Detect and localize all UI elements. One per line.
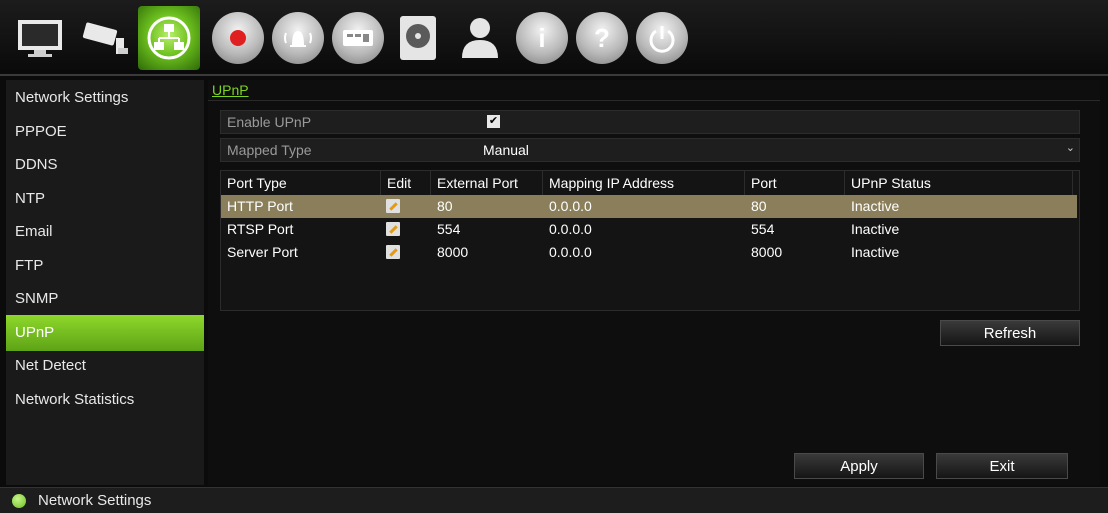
sidebar-item-email[interactable]: Email <box>6 214 204 250</box>
main-toolbar: i ? <box>0 0 1108 76</box>
settings-sidebar: Network Settings PPPOE DDNS NTP Email FT… <box>6 80 204 485</box>
cell-external-port: 80 <box>437 198 453 214</box>
sidebar-item-pppoe[interactable]: PPPOE <box>6 114 204 150</box>
cell-upnp-status: Inactive <box>851 198 900 214</box>
cell-port-type: HTTP Port <box>227 198 293 214</box>
port-mapping-table: Port Type Edit External Port Mapping IP … <box>220 170 1080 311</box>
chevron-down-icon[interactable]: ⌄ <box>1066 141 1075 154</box>
cell-external-port: 554 <box>437 221 461 237</box>
edit-icon[interactable] <box>386 199 400 213</box>
cell-upnp-status: Inactive <box>851 244 900 260</box>
edit-icon[interactable] <box>386 245 400 259</box>
header-upnp-status: UPnP Status <box>845 171 1073 195</box>
camera-icon[interactable] <box>74 6 134 70</box>
breadcrumb: UPnP <box>212 82 249 98</box>
table-row[interactable]: HTTP Port 80 0.0.0.0 80 Inactive <box>221 195 1077 218</box>
record-icon[interactable] <box>210 6 266 70</box>
sidebar-item-ddns[interactable]: DDNS <box>6 147 204 183</box>
header-port-type: Port Type <box>221 171 381 195</box>
info-glyph: i <box>516 12 568 64</box>
apply-button[interactable]: Apply <box>794 453 924 479</box>
mapped-type-row: Mapped Type Manual ⌄ <box>220 138 1080 162</box>
cell-mapping-ip: 0.0.0.0 <box>549 198 592 214</box>
cell-upnp-status: Inactive <box>851 221 900 237</box>
cell-port-type: Server Port <box>227 244 298 260</box>
table-row[interactable]: RTSP Port 554 0.0.0.0 554 Inactive <box>221 218 1077 241</box>
table-row[interactable]: Server Port 8000 0.0.0.0 8000 Inactive <box>221 241 1077 264</box>
mapped-type-select[interactable]: Manual <box>483 142 529 158</box>
cell-port: 554 <box>751 221 775 237</box>
mapped-type-label: Mapped Type <box>227 142 312 158</box>
refresh-button[interactable]: Refresh <box>940 320 1080 346</box>
status-text: Network Settings <box>38 492 152 509</box>
cell-mapping-ip: 0.0.0.0 <box>549 244 592 260</box>
cell-mapping-ip: 0.0.0.0 <box>549 221 592 237</box>
cell-port: 8000 <box>751 244 783 260</box>
header-port: Port <box>745 171 845 195</box>
cell-port-type: RTSP Port <box>227 221 294 237</box>
enable-upnp-label: Enable UPnP <box>227 114 312 130</box>
user-icon[interactable] <box>452 6 508 70</box>
help-icon[interactable]: ? <box>574 6 630 70</box>
edit-icon[interactable] <box>386 222 400 236</box>
info-icon[interactable]: i <box>514 6 570 70</box>
sidebar-item-upnp[interactable]: UPnP <box>6 315 204 351</box>
exit-button[interactable]: Exit <box>936 453 1068 479</box>
header-external-port: External Port <box>431 171 543 195</box>
network-icon[interactable] <box>138 6 200 70</box>
sidebar-item-network-settings[interactable]: Network Settings <box>6 80 204 116</box>
display-icon[interactable] <box>10 6 70 70</box>
power-icon[interactable] <box>634 6 690 70</box>
cell-external-port: 8000 <box>437 244 469 260</box>
status-bar: Network Settings <box>0 487 1108 513</box>
sidebar-item-snmp[interactable]: SNMP <box>6 281 204 317</box>
sidebar-item-ftp[interactable]: FTP <box>6 248 204 284</box>
help-glyph: ? <box>576 12 628 64</box>
upnp-panel: UPnP Enable UPnP ✔ Mapped Type Manual ⌄ … <box>208 80 1100 485</box>
sidebar-item-network-statistics[interactable]: Network Statistics <box>6 382 204 418</box>
enable-upnp-checkbox[interactable]: ✔ <box>487 115 500 128</box>
enable-upnp-row: Enable UPnP ✔ <box>220 110 1080 134</box>
sidebar-item-net-detect[interactable]: Net Detect <box>6 348 204 384</box>
cell-port: 80 <box>751 198 767 214</box>
status-icon <box>12 494 26 508</box>
header-mapping-ip: Mapping IP Address <box>543 171 745 195</box>
device-icon[interactable] <box>330 6 386 70</box>
sidebar-item-ntp[interactable]: NTP <box>6 181 204 217</box>
storage-icon[interactable] <box>390 6 446 70</box>
breadcrumb-divider <box>208 100 1100 101</box>
header-edit: Edit <box>381 171 431 195</box>
alarm-icon[interactable] <box>270 6 326 70</box>
